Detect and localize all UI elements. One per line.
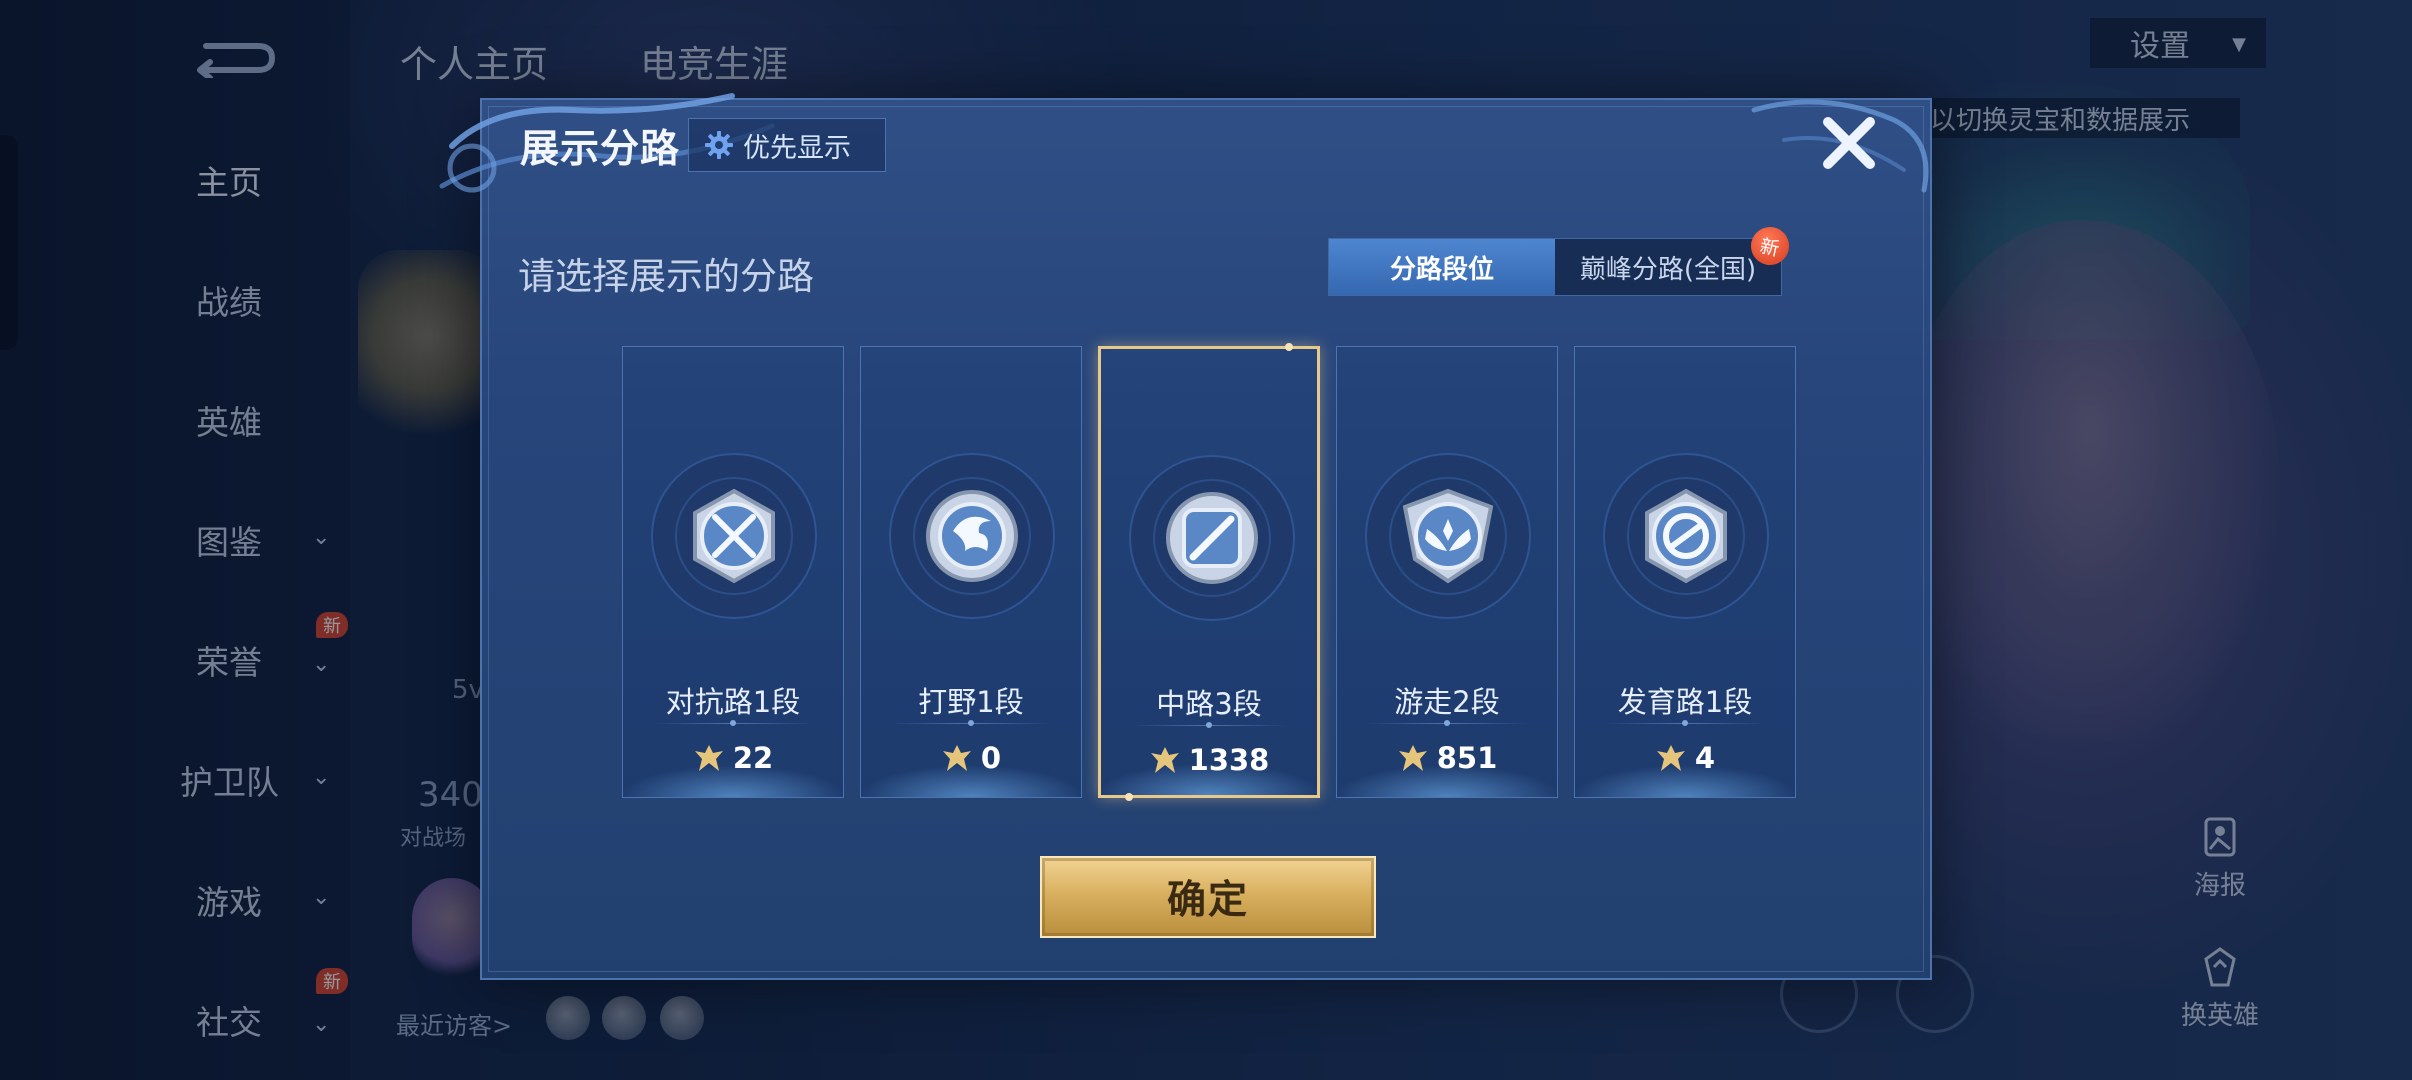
selection-corner <box>1125 793 1133 801</box>
lane-score-value: 1338 <box>1188 743 1270 777</box>
lane-card-mid[interactable]: 中路3段 1338 <box>1098 343 1320 801</box>
lane-score-value: 22 <box>732 741 774 775</box>
lane-card-jungle[interactable]: 打野1段 0 <box>860 346 1082 798</box>
dialog-title: 展示分路 <box>520 127 681 172</box>
lane-display-dialog: 展示分路 优先显示 请选择展示的分路 分路段位 巅峰分路(全国) 新 对抗路1段… <box>439 93 1932 980</box>
lane-card-roam[interactable]: 游走2段 851 <box>1336 346 1558 798</box>
divider <box>653 720 813 726</box>
confirm-button[interactable]: 确定 <box>1040 856 1376 938</box>
close-button[interactable] <box>1818 112 1880 174</box>
crest-icon <box>694 745 723 771</box>
lane-score-value: 851 <box>1436 741 1498 775</box>
lane-name: 对抗路1段 <box>665 685 801 719</box>
lane-score: 4 <box>1575 741 1795 775</box>
lane-name: 游走2段 <box>1394 685 1500 719</box>
priority-display-label: 优先显示 <box>743 132 851 164</box>
lane-score: 1338 <box>1101 743 1317 777</box>
close-icon <box>1823 117 1875 169</box>
jungle-icon <box>889 453 1055 619</box>
farm-lane-icon <box>1603 453 1769 619</box>
mid-lane-icon <box>1129 455 1295 621</box>
gear-icon <box>705 131 733 159</box>
lane-emblem <box>1127 453 1297 623</box>
crest-icon <box>1656 745 1685 771</box>
crest-icon <box>942 745 971 771</box>
lane-emblem <box>887 451 1057 621</box>
divider <box>1367 720 1527 726</box>
lane-card-clash[interactable]: 对抗路1段 22 <box>622 346 844 798</box>
lane-emblem <box>1601 451 1771 621</box>
roam-icon <box>1365 453 1531 619</box>
divider <box>1605 720 1765 726</box>
lane-score: 851 <box>1337 741 1557 775</box>
lane-name: 中路3段 <box>1156 687 1262 721</box>
lane-score: 22 <box>623 741 843 775</box>
toggle-lane-rank[interactable]: 分路段位 <box>1329 239 1555 295</box>
selection-corner <box>1285 343 1293 351</box>
priority-display-button[interactable]: 优先显示 <box>688 118 886 172</box>
lane-name: 发育路1段 <box>1617 685 1753 719</box>
lane-emblem <box>1363 451 1533 621</box>
lane-card-list: 对抗路1段 22 打野1段 0 中路3段 1338 游走2段 851 发育路1段… <box>622 343 1798 801</box>
toggle-peak-lane-label: 巅峰分路(全国) <box>1579 254 1757 285</box>
lane-mode-toggle: 分路段位 巅峰分路(全国) 新 <box>1328 223 1793 296</box>
crest-icon <box>1150 747 1179 773</box>
lane-card-farm[interactable]: 发育路1段 4 <box>1574 346 1796 798</box>
lane-score: 0 <box>861 741 1081 775</box>
lane-score-value: 4 <box>1694 741 1716 775</box>
divider <box>1131 722 1287 728</box>
dialog-subtitle: 请选择展示的分路 <box>518 255 814 298</box>
crest-icon <box>1398 745 1427 771</box>
clash-lane-icon <box>651 453 817 619</box>
lane-score-value: 0 <box>980 741 1002 775</box>
lane-emblem <box>649 451 819 621</box>
divider <box>891 720 1051 726</box>
lane-name: 打野1段 <box>918 685 1024 719</box>
toggle-peak-lane[interactable]: 巅峰分路(全国) 新 <box>1555 223 1793 295</box>
